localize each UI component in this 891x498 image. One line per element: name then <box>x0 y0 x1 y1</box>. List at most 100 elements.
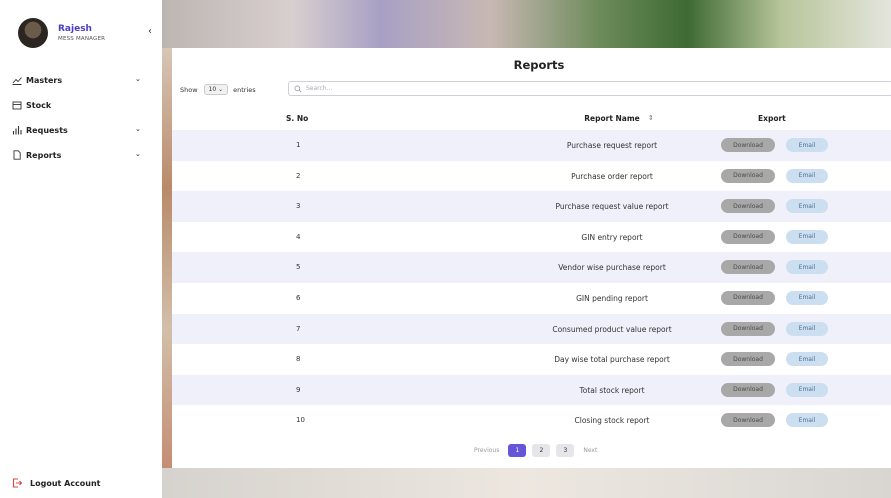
sidebar: Rajesh MESS MANAGER ‹ Masters ⌄ Stock Re… <box>0 0 163 498</box>
search-icon <box>294 85 302 92</box>
row-sno: 10 <box>296 416 305 425</box>
row-sno: 9 <box>296 385 301 394</box>
email-button[interactable]: Email <box>786 321 828 336</box>
bar-chart-icon <box>12 126 22 135</box>
chevron-left-icon[interactable]: ‹ <box>148 26 152 37</box>
entries-select[interactable]: 10 ⌄ <box>203 84 229 95</box>
row-report-name: GIN pending report <box>576 293 648 303</box>
email-button[interactable]: Email <box>786 168 828 183</box>
logout-icon <box>12 478 22 488</box>
sidebar-item-requests[interactable]: Requests ⌄ <box>0 118 162 143</box>
row-sno: 5 <box>296 263 301 272</box>
row-sno: 6 <box>296 293 301 302</box>
show-label: Show <box>180 85 198 94</box>
sidebar-item-reports[interactable]: Reports ⌄ <box>0 143 162 168</box>
row-report-name: Day wise total purchase report <box>554 355 670 365</box>
line-chart-icon <box>12 77 22 85</box>
pagination-next[interactable]: Next <box>583 447 597 454</box>
pagination-page-2[interactable]: 2 <box>532 444 551 457</box>
row-report-name: Purchase order report <box>571 171 653 181</box>
header-background-image <box>162 0 891 48</box>
table-row: 8 Day wise total purchase report Downloa… <box>172 344 891 375</box>
sidebar-nav: Masters ⌄ Stock Requests ⌄ Reports ⌄ <box>0 68 162 168</box>
entries-control: Show 10 ⌄ entries <box>180 84 256 95</box>
row-sno: 1 <box>296 141 301 149</box>
table-row: 4 GIN entry report Download Email <box>172 222 891 253</box>
profile-role: MESS MANAGER <box>58 35 106 42</box>
row-sno: 4 <box>296 232 301 241</box>
chevron-down-icon: ⌄ <box>135 75 141 83</box>
table-body: 1 Purchase request report Download Email… <box>172 130 891 436</box>
pagination-page-3[interactable]: 3 <box>556 444 575 457</box>
search-placeholder: Search... <box>306 85 333 92</box>
logout-button[interactable]: Logout Account <box>12 478 101 488</box>
table-row: 2 Purchase order report Download Email <box>172 161 891 192</box>
sidebar-item-label: Masters <box>26 76 63 85</box>
table-header: S. No Report Name ⇕ Export <box>172 110 891 128</box>
column-header-export[interactable]: Export <box>758 114 786 123</box>
pagination: Previous 1 2 3 Next <box>468 444 603 457</box>
download-button[interactable]: Download <box>721 199 775 214</box>
email-button[interactable]: Email <box>786 352 828 367</box>
table-row: 10 Closing stock report Download Email <box>172 405 891 436</box>
email-button[interactable]: Email <box>786 260 828 275</box>
download-button[interactable]: Download <box>721 321 775 336</box>
logout-label: Logout Account <box>30 478 101 488</box>
download-button[interactable]: Download <box>721 229 775 244</box>
email-button[interactable]: Email <box>786 229 828 244</box>
entries-label: entries <box>233 85 256 94</box>
entries-value: 10 <box>208 86 217 93</box>
chevron-down-icon: ⌄ <box>135 125 141 133</box>
column-header-report-name[interactable]: Report Name <box>474 114 750 123</box>
table-row: 7 Consumed product value report Download… <box>172 313 891 345</box>
profile-name: Rajesh <box>58 23 92 34</box>
download-button[interactable]: Download <box>721 138 775 152</box>
row-sno: 7 <box>296 324 301 333</box>
row-sno: 8 <box>296 355 301 364</box>
row-report-name: Purchase request value report <box>555 202 669 212</box>
table-row: 3 Purchase request value report Download… <box>172 191 891 222</box>
sidebar-item-label: Reports <box>26 151 62 160</box>
row-sno: 3 <box>296 202 301 211</box>
download-button[interactable]: Download <box>721 382 775 397</box>
table-row: 6 GIN pending report Download Email <box>172 283 891 314</box>
download-button[interactable]: Download <box>721 352 775 367</box>
sidebar-item-masters[interactable]: Masters ⌄ <box>0 68 162 93</box>
row-report-name: Consumed product value report <box>552 324 672 334</box>
row-report-name: Total stock report <box>579 385 645 395</box>
sidebar-item-label: Stock <box>26 101 52 110</box>
email-button[interactable]: Email <box>786 138 828 152</box>
row-sno: 2 <box>296 171 301 180</box>
document-icon <box>13 150 21 160</box>
row-report-name: GIN entry report <box>581 232 643 242</box>
download-button[interactable]: Download <box>721 260 775 275</box>
pagination-page-1[interactable]: 1 <box>508 444 527 457</box>
row-report-name: Purchase request report <box>566 141 658 150</box>
reports-panel: Reports Show 10 ⌄ entries Search... S. N… <box>172 48 891 468</box>
row-report-name: Vendor wise purchase report <box>558 263 666 273</box>
table-row: 9 Total stock report Download Email <box>172 374 891 406</box>
table-row: 5 Vendor wise purchase report Download E… <box>172 252 891 283</box>
search-input[interactable]: Search... <box>288 81 891 96</box>
row-report-name: Closing stock report <box>574 416 650 426</box>
download-button[interactable]: Download <box>721 168 775 183</box>
email-button[interactable]: Email <box>786 199 828 214</box>
email-button[interactable]: Email <box>786 290 828 305</box>
box-icon <box>12 101 22 110</box>
profile: Rajesh MESS MANAGER <box>18 18 105 48</box>
avatar <box>18 18 48 48</box>
download-button[interactable]: Download <box>721 290 775 305</box>
page-title: Reports <box>513 58 565 72</box>
column-header-sno[interactable]: S. No <box>286 114 308 123</box>
sort-icon[interactable]: ⇕ <box>648 114 654 122</box>
table-row: 1 Purchase request report Download Email <box>172 130 891 161</box>
email-button[interactable]: Email <box>786 413 828 428</box>
chevron-down-icon: ⌄ <box>135 150 141 158</box>
background-image-edge <box>162 48 172 468</box>
download-button[interactable]: Download <box>721 413 775 428</box>
background-image-bottom <box>162 468 891 498</box>
sidebar-item-stock[interactable]: Stock <box>0 93 162 118</box>
pagination-previous[interactable]: Previous <box>474 447 499 454</box>
email-button[interactable]: Email <box>786 382 828 397</box>
sidebar-item-label: Requests <box>26 126 68 135</box>
